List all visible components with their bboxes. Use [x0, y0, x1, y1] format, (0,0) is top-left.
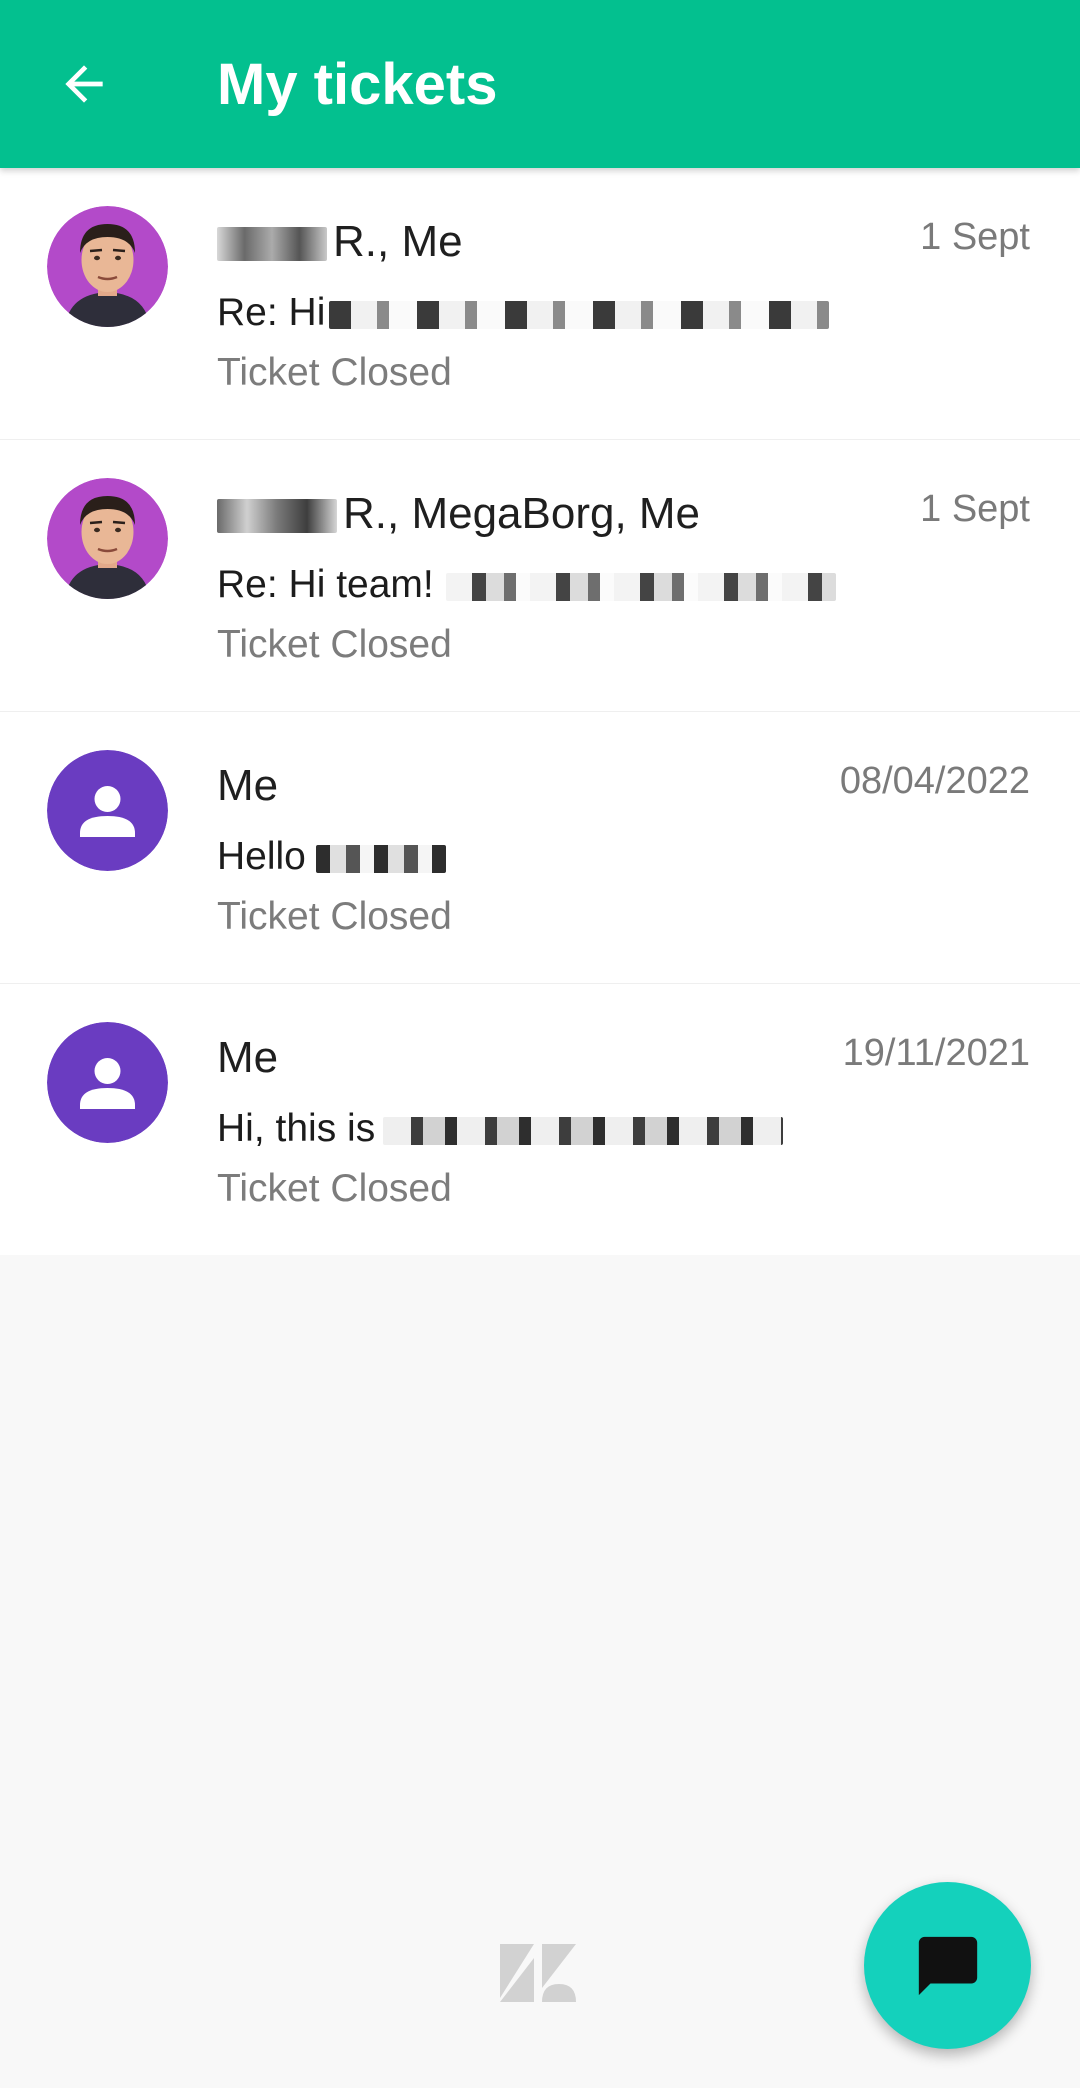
ticket-preview: Hi, this is — [217, 1104, 887, 1154]
chat-bubble-icon — [918, 1936, 977, 1995]
app-bar: My tickets — [0, 0, 1080, 168]
ticket-date: 19/11/2021 — [842, 1032, 1030, 1074]
ticket-status: Ticket Closed — [217, 895, 452, 938]
ticket-row[interactable]: R., Me 1 Sept Re: Hi Ticket Closed — [0, 168, 1080, 440]
ticket-row[interactable]: R., MegaBorg, Me 1 Sept Re: Hi team! Tic… — [0, 440, 1080, 712]
ticket-date: 1 Sept — [920, 488, 1030, 530]
person-avatar — [47, 1022, 168, 1143]
ticket-row[interactable]: Me 19/11/2021 Hi, this is Ticket Closed — [0, 984, 1080, 1255]
ticket-participants: Me — [217, 761, 279, 810]
ticket-participants: Me — [217, 1033, 279, 1082]
back-button[interactable] — [34, 44, 134, 124]
ticket-preview: Hello — [217, 832, 887, 882]
zendesk-logo — [500, 1940, 576, 2002]
ticket-preview: Re: Hi team! — [217, 560, 887, 610]
arrow-left-icon — [65, 65, 103, 103]
page-title: My tickets — [217, 52, 498, 117]
ticket-participants: R., Me — [217, 214, 877, 270]
photo-avatar — [47, 478, 168, 599]
ticket-status: Ticket Closed — [217, 1167, 452, 1210]
ticket-participants: R., MegaBorg, Me — [217, 486, 877, 542]
ticket-row[interactable]: Me 08/04/2022 Hello Ticket Closed — [0, 712, 1080, 984]
ticket-preview: Re: Hi — [217, 288, 887, 338]
ticket-list: R., Me 1 Sept Re: Hi Ticket Closed R., M… — [0, 168, 1080, 1255]
ticket-status: Ticket Closed — [217, 351, 452, 394]
photo-avatar — [47, 206, 168, 327]
person-avatar — [47, 750, 168, 871]
ticket-date: 08/04/2022 — [839, 760, 1030, 802]
new-ticket-fab[interactable] — [864, 1882, 1031, 2049]
ticket-date: 1 Sept — [920, 216, 1030, 258]
ticket-status: Ticket Closed — [217, 623, 452, 666]
